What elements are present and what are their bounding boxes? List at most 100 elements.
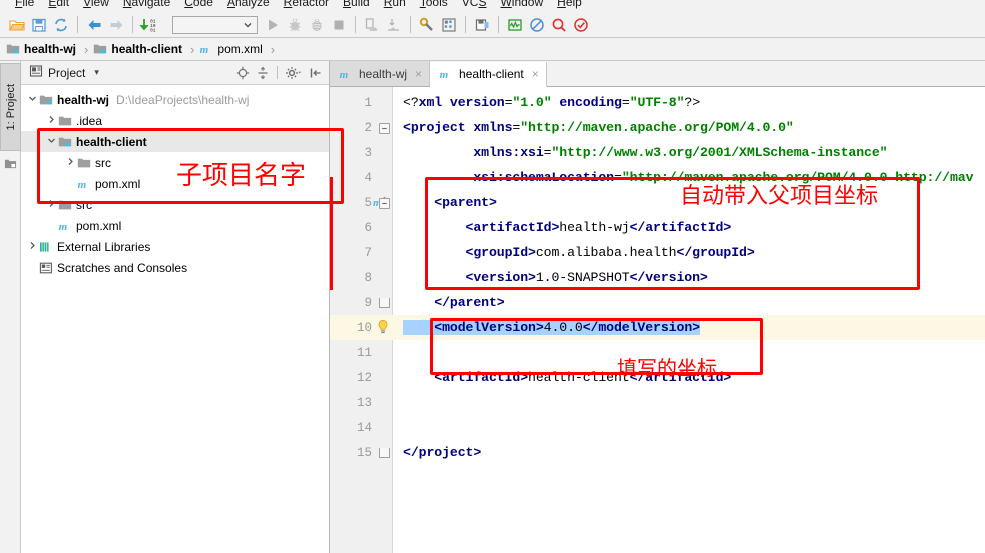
- chevron-right-icon[interactable]: [63, 157, 77, 169]
- project-panel-title: Project: [48, 65, 86, 80]
- coverage-icon[interactable]: [306, 14, 328, 36]
- sidebar-item-project-tab[interactable]: 1: Project: [0, 63, 21, 151]
- menu-item-view[interactable]: View: [76, 0, 116, 12]
- code-line-13[interactable]: 13: [330, 390, 985, 415]
- menu-item-edit[interactable]: Edit: [41, 0, 76, 12]
- code-line-4[interactable]: 4 xsi:schemaLocation="http://maven.apach…: [330, 165, 985, 190]
- left-tool-strip: 1: Project: [0, 61, 21, 553]
- code-line-1[interactable]: 1 <?xml version="1.0" encoding="UTF-8"?>: [330, 90, 985, 115]
- code-line-10[interactable]: 10 <modelVersion>4.0.0</modelVersion>: [330, 315, 985, 340]
- intention-bulb-icon[interactable]: [372, 315, 393, 340]
- compile-icon[interactable]: 01 10 01: [138, 14, 168, 36]
- back-arrow-icon[interactable]: [83, 14, 105, 36]
- menu-item-run[interactable]: Run: [377, 0, 413, 12]
- update-project-icon[interactable]: [361, 14, 383, 36]
- stop-icon[interactable]: [328, 14, 350, 36]
- code-editor[interactable]: 1 <?xml version="1.0" encoding="UTF-8"?> 2…: [330, 87, 985, 553]
- chevron-right-icon[interactable]: [44, 199, 58, 211]
- tree-item-src[interactable]: src: [21, 152, 329, 173]
- chevron-right-icon[interactable]: [25, 241, 39, 253]
- code-text: <groupId>com.alibaba.health</groupId>: [393, 245, 755, 260]
- chevron-down-icon[interactable]: [44, 136, 58, 148]
- chevron-down-icon[interactable]: [25, 94, 39, 106]
- avd-manager-icon[interactable]: [504, 14, 526, 36]
- structure-icon[interactable]: [4, 157, 17, 173]
- locate-target-icon[interactable]: [234, 64, 252, 82]
- commit-icon[interactable]: [383, 14, 405, 36]
- sdk-manager-icon[interactable]: [471, 14, 493, 36]
- menu-item-analyze[interactable]: Analyze: [220, 0, 277, 12]
- code-token: </project>: [403, 445, 482, 460]
- no-entry-icon[interactable]: [526, 14, 548, 36]
- code-line-9[interactable]: 9 </parent>: [330, 290, 985, 315]
- breadcrumb-item-pom-xml[interactable]: m pom.xml: [199, 38, 264, 61]
- fold-region-end-icon[interactable]: [379, 298, 390, 308]
- synchronize-icon[interactable]: [50, 14, 72, 36]
- code-line-8[interactable]: 8 <version>1.0-SNAPSHOT</version>: [330, 265, 985, 290]
- hide-panel-icon[interactable]: [307, 64, 325, 82]
- tree-item-health-wj[interactable]: health-wj D:\IdeaProjects\health-wj: [21, 89, 329, 110]
- code-line-14[interactable]: 14: [330, 415, 985, 440]
- breadcrumb-item-health-wj[interactable]: health-wj: [6, 38, 78, 61]
- editor-tab-health-client[interactable]: m health-client ×: [430, 62, 547, 87]
- forward-arrow-icon[interactable]: [105, 14, 127, 36]
- toolbar-separator: [355, 16, 356, 33]
- svg-text:m: m: [440, 69, 449, 81]
- run-icon[interactable]: [262, 14, 284, 36]
- breadcrumb-item-health-client[interactable]: health-client: [93, 38, 184, 61]
- code-token: "http://maven.apache.org/POM/4.0.0": [520, 120, 794, 135]
- line-number: 8: [364, 270, 372, 285]
- project-panel: Project ▾ health-wj D:\IdeaProjects\healt…: [21, 61, 330, 553]
- chevron-right-icon[interactable]: [44, 115, 58, 127]
- code-token: </version>: [629, 270, 708, 285]
- menu-item-build[interactable]: Build: [336, 0, 377, 12]
- fold-collapse-icon[interactable]: [379, 198, 390, 209]
- menu-item-window[interactable]: Window: [493, 0, 550, 12]
- code-line-15[interactable]: 15 </project>: [330, 440, 985, 465]
- tree-item-src[interactable]: src: [21, 194, 329, 215]
- settings-gear-icon[interactable]: [283, 64, 305, 82]
- fold-collapse-icon[interactable]: [379, 123, 390, 134]
- tree-item-health-client[interactable]: health-client: [21, 131, 329, 152]
- code-line-3[interactable]: 3 xmlns:xsi="http://www.w3.org/2001/XMLS…: [330, 140, 985, 165]
- debug-icon[interactable]: [284, 14, 306, 36]
- collapse-all-icon[interactable]: [254, 64, 272, 82]
- save-all-icon[interactable]: [28, 14, 50, 36]
- fold-region-end-icon[interactable]: [379, 448, 390, 458]
- code-line-5[interactable]: 5m <parent>: [330, 190, 985, 215]
- project-tree[interactable]: health-wj D:\IdeaProjects\health-wj .idea h…: [21, 85, 329, 551]
- menu-item-code[interactable]: Code: [177, 0, 220, 12]
- code-line-2[interactable]: 2 <project xmlns="http://maven.apache.org…: [330, 115, 985, 140]
- menu-item-tools[interactable]: Tools: [413, 0, 455, 12]
- menu-item-navigate[interactable]: Navigate: [116, 0, 177, 12]
- check-circle-icon[interactable]: [570, 14, 592, 36]
- project-view-dropdown-caret[interactable]: ▾: [94, 67, 99, 78]
- project-structure-icon[interactable]: [438, 14, 460, 36]
- menu-item-vcs[interactable]: VCS: [455, 0, 494, 12]
- code-token: xsi:schemaLocation: [403, 170, 614, 185]
- menu-item-file[interactable]: File: [8, 0, 41, 12]
- tree-item--idea[interactable]: .idea: [21, 110, 329, 131]
- tree-item-pom-xml[interactable]: m pom.xml: [21, 215, 329, 236]
- menu-item-help[interactable]: Help: [550, 0, 589, 12]
- menu-item-refactor[interactable]: Refactor: [277, 0, 336, 12]
- code-line-7[interactable]: 7 <groupId>com.alibaba.health</groupId>: [330, 240, 985, 265]
- editor-tab-health-wj[interactable]: m health-wj ×: [330, 61, 431, 86]
- tree-item-external-libraries[interactable]: External Libraries: [21, 236, 329, 257]
- tree-item-label: health-wj: [57, 92, 110, 107]
- run-configuration-selector[interactable]: [172, 15, 258, 34]
- tree-item-pom-xml[interactable]: m pom.xml: [21, 173, 329, 194]
- tree-item-scratches-and-consoles[interactable]: Scratches and Consoles: [21, 257, 329, 278]
- search-magnifier-icon[interactable]: [548, 14, 570, 36]
- code-line-12[interactable]: 12 <artifactId>health-client</artifactId…: [330, 365, 985, 390]
- code-text: xsi:schemaLocation="http://maven.apache.…: [393, 170, 973, 185]
- close-icon[interactable]: ×: [532, 68, 539, 80]
- code-line-11[interactable]: 11: [330, 340, 985, 365]
- open-project-icon[interactable]: [6, 14, 28, 36]
- close-icon[interactable]: ×: [415, 68, 422, 80]
- code-token: health-client: [528, 370, 630, 385]
- external-libraries-icon: [39, 240, 53, 254]
- settings-wrench-icon[interactable]: [416, 14, 438, 36]
- code-line-6[interactable]: 6 <artifactId>health-wj</artifactId>: [330, 215, 985, 240]
- code-token: "http://maven.apache.org/POM/4.0.0 http:…: [621, 170, 974, 185]
